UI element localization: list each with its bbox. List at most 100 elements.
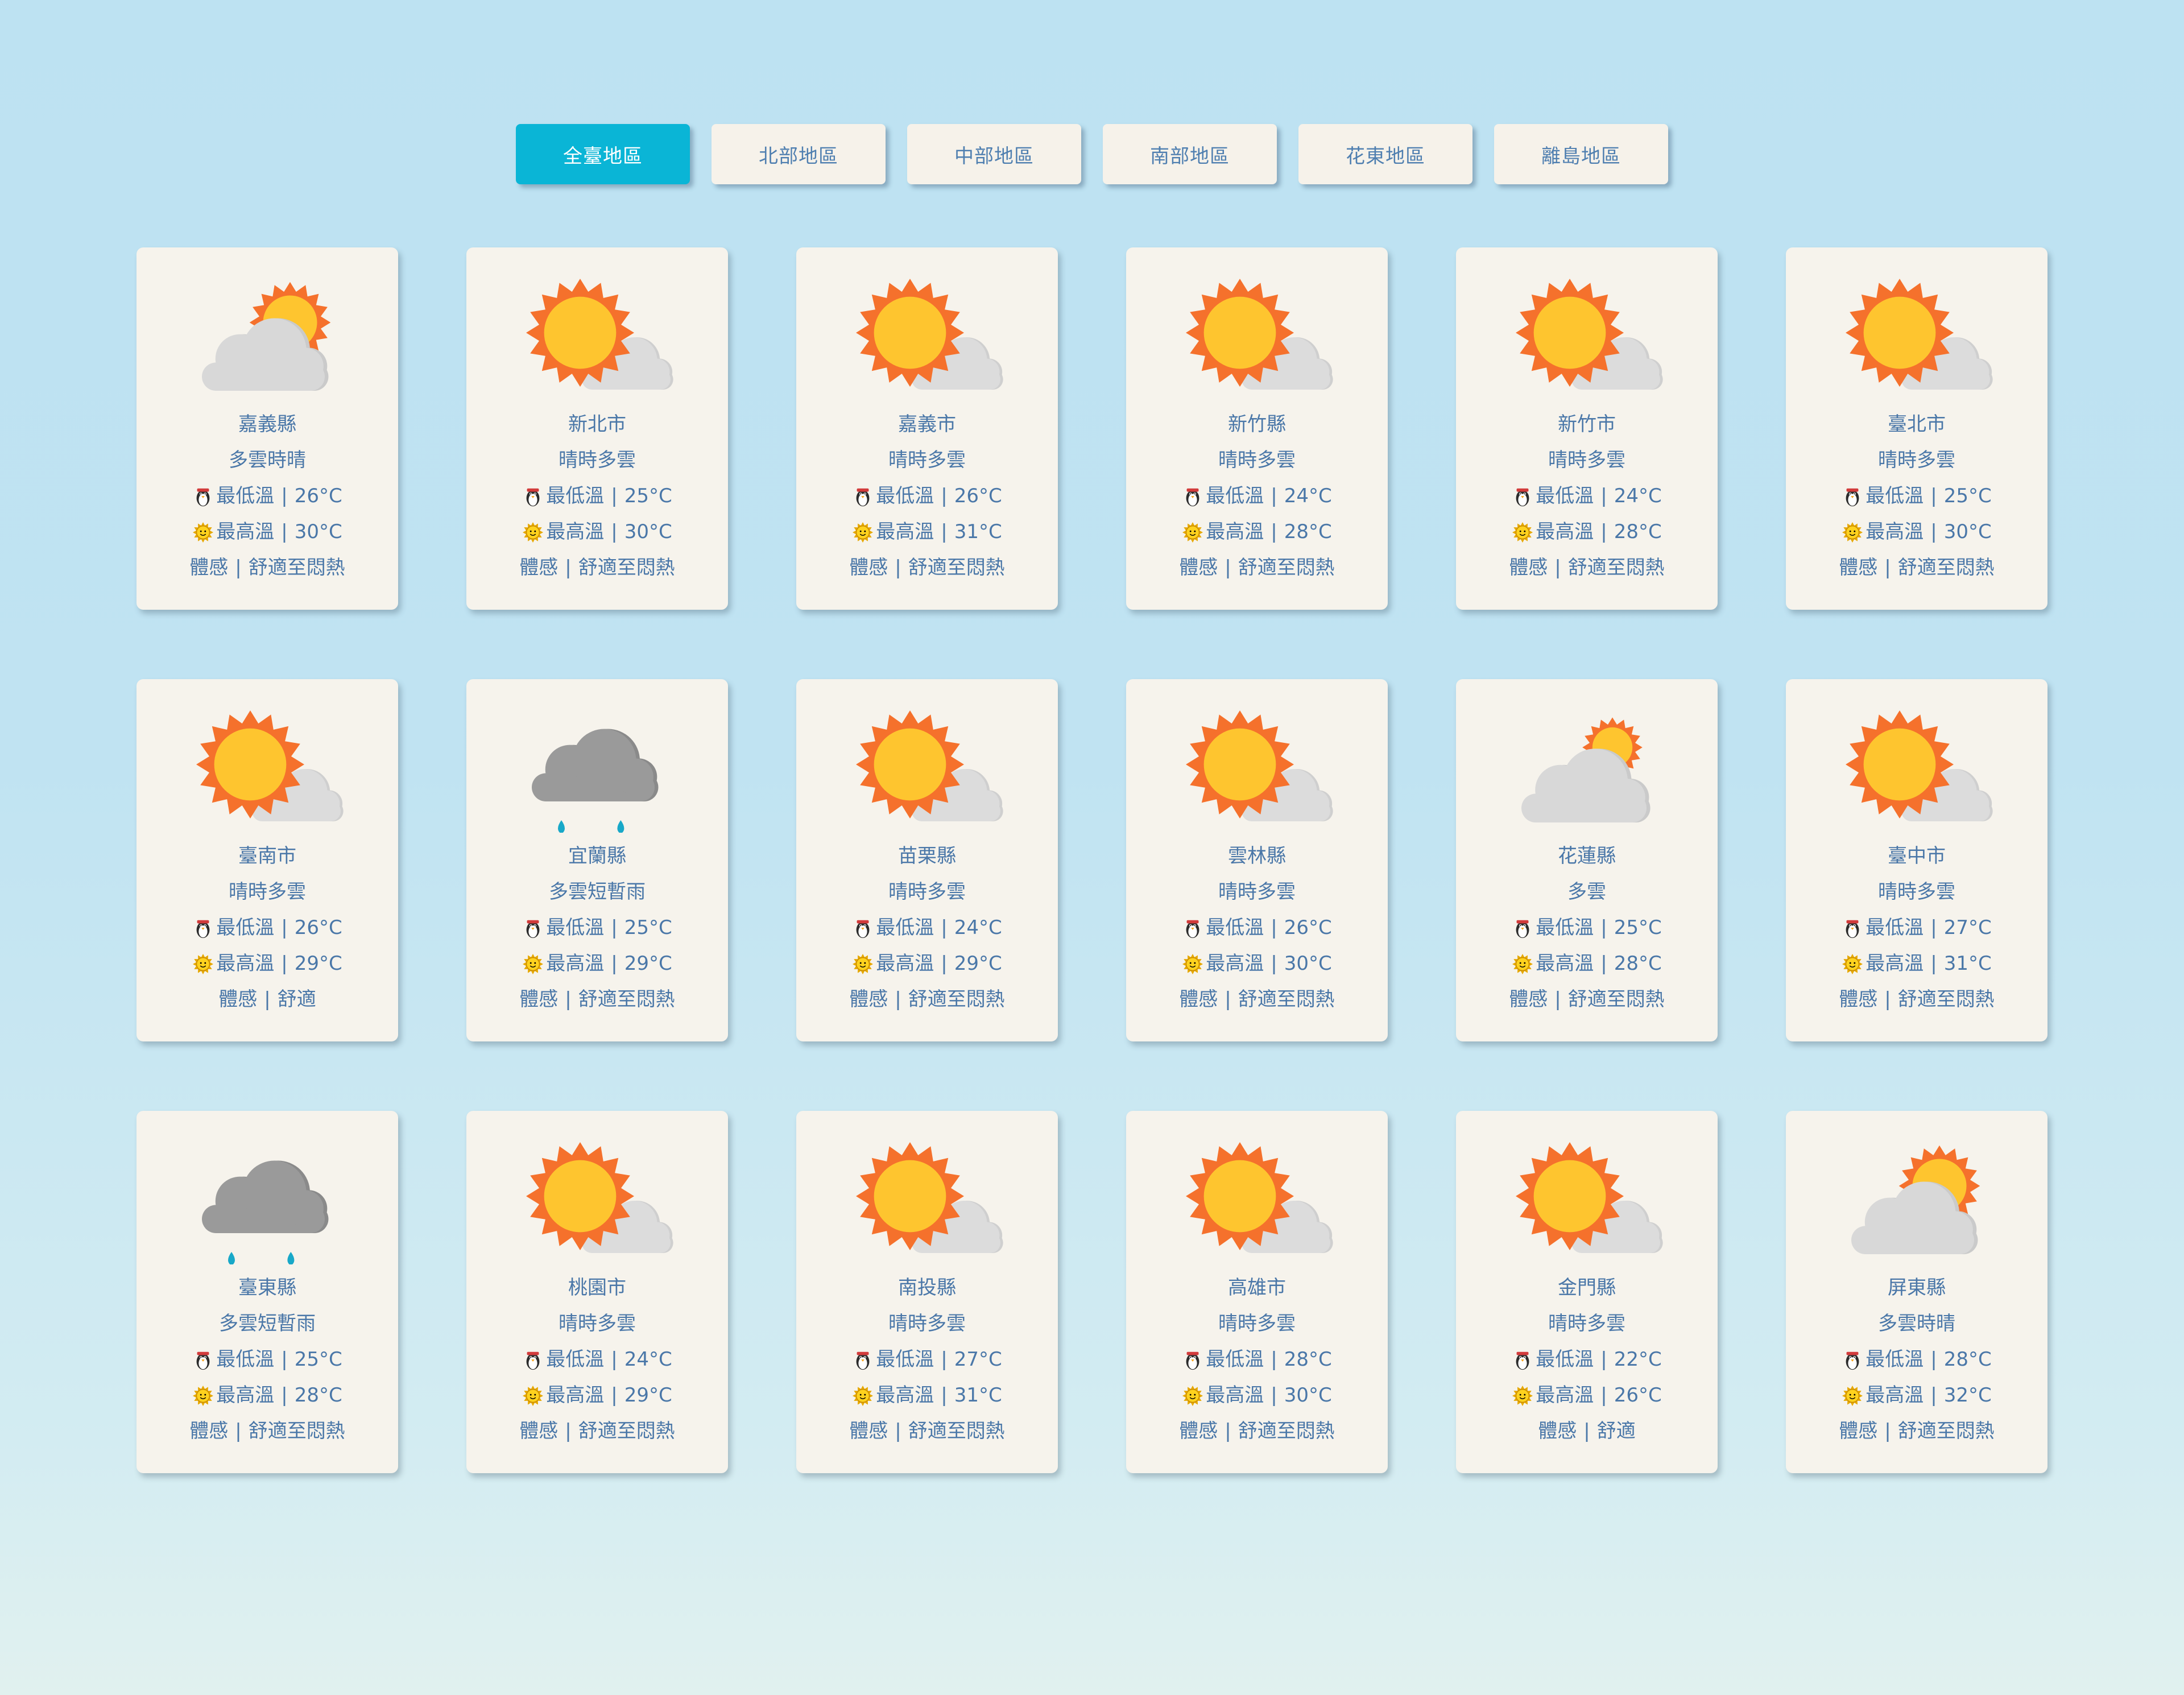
city-name: 臺東縣 xyxy=(238,1276,296,1299)
snowman-icon xyxy=(1842,486,1863,507)
sunny-cloud-icon xyxy=(1510,276,1664,401)
weather-description: 多雲短暫雨 xyxy=(549,880,646,903)
sunny-cloud-icon xyxy=(1840,276,1993,401)
feel-value: 舒適至悶熱 xyxy=(578,988,675,1011)
max-temp-label: 最高溫 xyxy=(1536,952,1594,975)
divider: | xyxy=(281,1384,288,1407)
min-temp-value: 24°C xyxy=(954,916,1002,939)
min-temp-value: 25°C xyxy=(1943,485,1992,507)
weather-card[interactable]: 高雄市 晴時多雲 最低溫 | 28°C 最高溫 | 30°C 體感 | 舒適至悶… xyxy=(1126,1111,1388,1473)
max-temp-value: 29°C xyxy=(624,952,672,975)
min-temp-row: 最低溫 | 22°C xyxy=(1512,1342,1662,1378)
max-temp-value: 32°C xyxy=(1943,1384,1992,1407)
max-temp-value: 29°C xyxy=(954,952,1002,975)
sunny-cloud-icon xyxy=(850,708,1004,833)
weather-card[interactable]: 金門縣 晴時多雲 最低溫 | 22°C 最高溫 | 26°C 體感 | 舒適 xyxy=(1456,1111,1718,1473)
feel-row: 體感 | 舒適至悶熱 xyxy=(1179,982,1334,1018)
feel-label: 體感 xyxy=(1509,556,1548,579)
feel-value: 舒適至悶熱 xyxy=(1897,988,1995,1011)
feel-value: 舒適至悶熱 xyxy=(1238,988,1335,1011)
max-temp-label: 最高溫 xyxy=(1866,1384,1924,1407)
tab-central[interactable]: 中部地區 xyxy=(907,124,1081,184)
feel-row: 體感 | 舒適至悶熱 xyxy=(519,550,675,586)
sun-face-icon xyxy=(522,1385,544,1407)
divider: | xyxy=(1600,916,1607,939)
weather-card[interactable]: 宜蘭縣 多雲短暫雨 最低溫 | 25°C 最高溫 | 29°C 體感 | 舒適至… xyxy=(466,679,728,1041)
feel-row: 體感 | 舒適至悶熱 xyxy=(1509,982,1664,1018)
min-temp-row: 最低溫 | 26°C xyxy=(192,478,342,514)
snowman-icon xyxy=(192,1349,214,1371)
min-temp-value: 27°C xyxy=(1943,916,1992,939)
feel-label: 體感 xyxy=(849,988,888,1011)
snowman-icon xyxy=(852,486,874,507)
min-temp-row: 最低溫 | 27°C xyxy=(852,1342,1002,1378)
cloud-icon xyxy=(1510,708,1664,833)
city-name: 新北市 xyxy=(568,413,626,436)
max-temp-row: 最高溫 | 31°C xyxy=(852,1378,1002,1413)
snowman-icon xyxy=(522,1349,544,1371)
max-temp-label: 最高溫 xyxy=(216,1384,275,1407)
weather-card[interactable]: 苗栗縣 晴時多雲 最低溫 | 24°C 最高溫 | 29°C 體感 | 舒適至悶… xyxy=(796,679,1058,1041)
divider: | xyxy=(1225,988,1231,1011)
min-temp-label: 最低溫 xyxy=(216,1348,275,1371)
weather-card[interactable]: 臺北市 晴時多雲 最低溫 | 25°C 最高溫 | 30°C 體感 | 舒適至悶… xyxy=(1786,247,2048,610)
max-temp-label: 最高溫 xyxy=(1206,952,1264,975)
weather-card[interactable]: 新竹縣 晴時多雲 最低溫 | 24°C 最高溫 | 28°C 體感 | 舒適至悶… xyxy=(1126,247,1388,610)
min-temp-row: 最低溫 | 24°C xyxy=(1182,478,1332,514)
cloudy-sun-icon xyxy=(191,276,344,401)
min-temp-value: 27°C xyxy=(954,1348,1002,1371)
min-temp-label: 最低溫 xyxy=(1866,485,1924,507)
tab-south[interactable]: 南部地區 xyxy=(1103,124,1277,184)
weather-card[interactable]: 南投縣 晴時多雲 最低溫 | 27°C 最高溫 | 31°C 體感 | 舒適至悶… xyxy=(796,1111,1058,1473)
min-temp-value: 26°C xyxy=(294,485,342,507)
snowman-icon xyxy=(852,917,874,939)
sunny-cloud-icon xyxy=(1510,1139,1664,1264)
divider: | xyxy=(1884,988,1891,1011)
feel-label: 體感 xyxy=(1839,556,1878,579)
divider: | xyxy=(281,952,288,975)
divider: | xyxy=(1930,916,1937,939)
max-temp-row: 最高溫 | 30°C xyxy=(1182,1378,1332,1413)
divider: | xyxy=(1884,1420,1891,1442)
divider: | xyxy=(1554,988,1561,1011)
city-name: 金門縣 xyxy=(1557,1276,1616,1299)
min-temp-value: 22°C xyxy=(1614,1348,1662,1371)
weather-card[interactable]: 屏東縣 多雲時晴 最低溫 | 28°C 最高溫 | 32°C 體感 | 舒適至悶… xyxy=(1786,1111,2048,1473)
tab-hualien-taitung[interactable]: 花東地區 xyxy=(1298,124,1472,184)
sun-face-icon xyxy=(1842,953,1863,975)
city-name: 花蓮縣 xyxy=(1558,845,1616,867)
min-temp-label: 最低溫 xyxy=(1866,916,1924,939)
min-temp-value: 28°C xyxy=(1943,1348,1992,1371)
max-temp-value: 26°C xyxy=(1614,1384,1662,1407)
weather-card[interactable]: 新北市 晴時多雲 最低溫 | 25°C 最高溫 | 30°C 體感 | 舒適至悶… xyxy=(466,247,728,610)
weather-description: 晴時多雲 xyxy=(559,1312,636,1335)
tab-all-taiwan[interactable]: 全臺地區 xyxy=(516,124,690,184)
tab-outlying-islands[interactable]: 離島地區 xyxy=(1494,124,1668,184)
divider: | xyxy=(1225,1420,1231,1442)
weather-card[interactable]: 新竹市 晴時多雲 最低溫 | 24°C 最高溫 | 28°C 體感 | 舒適至悶… xyxy=(1456,247,1718,610)
min-temp-row: 最低溫 | 24°C xyxy=(1512,478,1662,514)
divider: | xyxy=(941,952,948,975)
feel-label: 體感 xyxy=(519,988,559,1011)
feel-row: 體感 | 舒適至悶熱 xyxy=(1509,550,1664,586)
weather-card[interactable]: 臺南市 晴時多雲 最低溫 | 26°C 最高溫 | 29°C 體感 | 舒適 xyxy=(136,679,398,1041)
weather-description: 晴時多雲 xyxy=(888,1312,966,1335)
feel-row: 體感 | 舒適至悶熱 xyxy=(1839,550,1994,586)
feel-value: 舒適至悶熱 xyxy=(908,988,1005,1011)
tab-north[interactable]: 北部地區 xyxy=(712,124,886,184)
weather-card[interactable]: 桃園市 晴時多雲 最低溫 | 24°C 最高溫 | 29°C 體感 | 舒適至悶… xyxy=(466,1111,728,1473)
snowman-icon xyxy=(1182,1349,1203,1371)
weather-card[interactable]: 臺東縣 多雲短暫雨 最低溫 | 25°C 最高溫 | 28°C 體感 | 舒適至… xyxy=(136,1111,398,1473)
sunny-cloud-icon xyxy=(850,276,1004,401)
weather-card[interactable]: 臺中市 晴時多雲 最低溫 | 27°C 最高溫 | 31°C 體感 | 舒適至悶… xyxy=(1786,679,2048,1041)
max-temp-label: 最高溫 xyxy=(1206,1384,1264,1407)
weather-card[interactable]: 雲林縣 晴時多雲 最低溫 | 26°C 最高溫 | 30°C 體感 | 舒適至悶… xyxy=(1126,679,1388,1041)
feel-label: 體感 xyxy=(1538,1420,1577,1442)
feel-value: 舒適至悶熱 xyxy=(1897,556,1995,579)
weather-card[interactable]: 嘉義市 晴時多雲 最低溫 | 26°C 最高溫 | 31°C 體感 | 舒適至悶… xyxy=(796,247,1058,610)
weather-card[interactable]: 嘉義縣 多雲時晴 最低溫 | 26°C 最高溫 | 30°C 體感 | 舒適至悶… xyxy=(136,247,398,610)
feel-label: 體感 xyxy=(1509,988,1548,1011)
divider: | xyxy=(611,916,618,939)
weather-card[interactable]: 花蓮縣 多雲 最低溫 | 25°C 最高溫 | 28°C 體感 | 舒適至悶熱 xyxy=(1456,679,1718,1041)
feel-value: 舒適 xyxy=(277,988,316,1011)
